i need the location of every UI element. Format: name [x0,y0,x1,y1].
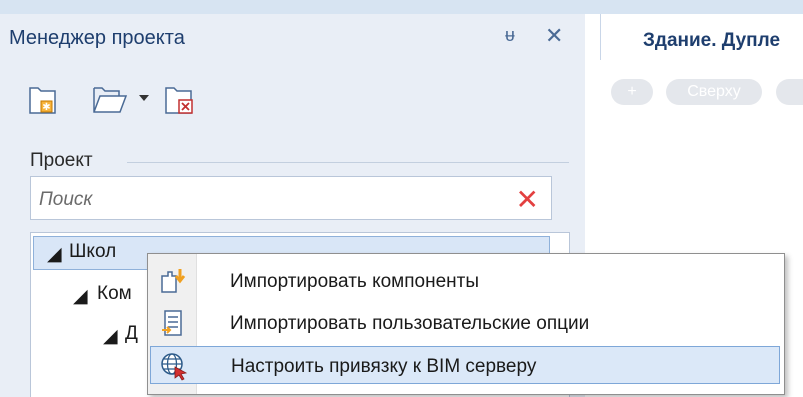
search-placeholder: Поиск [39,189,93,210]
group-divider [127,162,569,163]
search-field[interactable]: Поиск ✕ [30,176,552,220]
tree-item-school[interactable]: Школ [69,241,116,263]
menu-label: Импортировать компоненты [230,271,480,292]
import-components-icon [161,269,186,293]
tree-item-components[interactable]: Ком [97,283,132,305]
tab-building-duplex[interactable]: Здание. Дупле [600,14,803,60]
context-menu: Импортировать компоненты Импортировать п… [147,253,785,395]
close-icon[interactable]: ✕ [545,23,563,49]
tree-expander-icon[interactable]: ◢ [73,285,88,308]
add-view-button[interactable]: + [611,79,653,105]
menu-item-bim-server[interactable]: Настроить привязку к BIM серверу [150,346,780,384]
clear-icon[interactable]: ✕ [516,183,539,216]
tab-label: Здание. Дупле [643,30,781,51]
dropdown-arrow-icon[interactable] [138,82,150,116]
top-view-button[interactable]: Сверху [666,79,762,105]
view-pill-partial[interactable] [776,79,803,105]
panel-header: Менеджер проекта ᵾ ✕ [0,14,585,62]
menu-label: Настроить привязку к BIM серверу [231,356,537,377]
project-group-label: Проект [30,150,93,171]
open-folder-icon[interactable] [92,82,128,116]
tree-expander-icon[interactable]: ◢ [47,243,62,266]
panel-title: Менеджер проекта [9,27,185,49]
pin-icon[interactable]: ᵾ [505,25,515,46]
top-border [0,0,803,14]
tree-expander-icon[interactable]: ◢ [103,325,118,348]
menu-item-import-options[interactable]: Импортировать пользовательские опции [150,304,780,342]
svg-text:✱: ✱ [42,102,50,113]
new-folder-icon[interactable]: ✱ [28,82,58,116]
delete-folder-icon[interactable] [164,82,196,116]
menu-label: Импортировать пользовательские опции [230,313,590,334]
import-options-icon [162,310,182,336]
tree-item-d[interactable]: Д [125,323,138,345]
bim-server-icon [161,353,188,381]
menu-item-import-components[interactable]: Импортировать компоненты [150,262,780,300]
